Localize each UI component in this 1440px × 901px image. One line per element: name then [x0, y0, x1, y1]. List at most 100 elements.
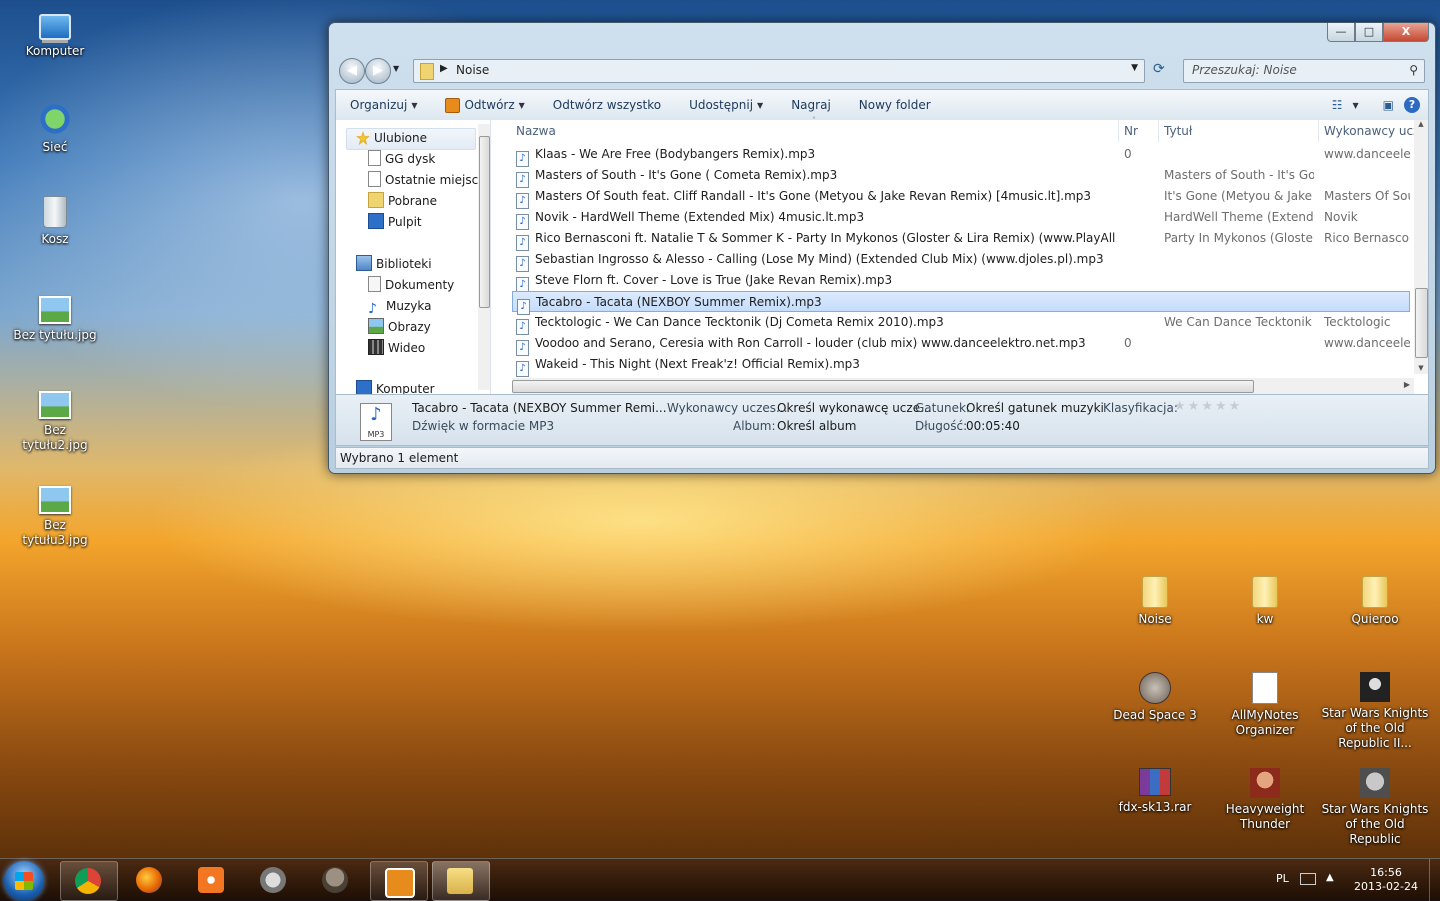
maximize-button[interactable]: □	[1355, 23, 1383, 42]
forward-button[interactable]: ▶	[365, 58, 391, 84]
scroll-down-icon[interactable]: ▼	[1414, 364, 1428, 372]
rating-stars[interactable]: ★★★★★	[1174, 399, 1242, 414]
nav-item-computer[interactable]: Komputer	[356, 379, 435, 394]
nav-scroll-thumb[interactable]	[479, 136, 490, 308]
show-hidden-icons-icon[interactable]: ▲	[1326, 872, 1334, 883]
details-genre-value[interactable]: Określ gatunek muzyki	[966, 401, 1104, 415]
desktop-icon-dead-space[interactable]: Dead Space 3	[1110, 672, 1200, 723]
file-row[interactable]: ♪ Sebastian Ingrosso & Alesso - Calling (…	[512, 249, 1410, 272]
file-row[interactable]: ♪ Tacabro - Tacata (NEXBOY Summer Remix).…	[512, 291, 1410, 315]
nav-scrollbar[interactable]	[478, 124, 490, 390]
desktop-icon-recycle-bin[interactable]: Kosz	[10, 196, 100, 247]
file-row[interactable]: ♪ Novik - HardWell Theme (Extended Mix) 4…	[512, 207, 1410, 230]
nav-item-music[interactable]: ♪ Muzyka	[368, 296, 431, 316]
desktop-icon-heavyweight[interactable]: Heavyweight Thunder	[1220, 768, 1310, 832]
clock[interactable]: 16:56 2013-02-24	[1346, 866, 1426, 894]
nav-item-documents[interactable]: Dokumenty	[368, 275, 454, 295]
scroll-up-icon[interactable]: ▲	[1414, 120, 1428, 128]
column-divider[interactable]	[1118, 120, 1119, 142]
recent-pages-chevron-icon[interactable]: ▼	[393, 64, 399, 73]
address-bar[interactable]: ▶ Noise ▼	[413, 59, 1145, 83]
breadcrumb-noise[interactable]: Noise	[456, 63, 489, 77]
open-button[interactable]: Odtwórz ▼	[431, 97, 538, 113]
file-row[interactable]: ♪ Tecktologic - We Can Dance Tecktonik (D…	[512, 312, 1410, 335]
details-artists-value[interactable]: Określ wykonawcę ucze...	[777, 401, 932, 415]
show-desktop-button[interactable]	[1429, 859, 1440, 901]
nav-item-downloads[interactable]: Pobrane	[368, 191, 437, 211]
column-divider[interactable]	[1158, 120, 1159, 142]
desktop-icon-kotor[interactable]: Star Wars Knights of the Old Republic	[1320, 768, 1430, 847]
xampp-icon	[198, 867, 224, 893]
desktop-icon-computer[interactable]: Komputer	[10, 8, 100, 59]
desktop-icon-network[interactable]: Sieć	[10, 102, 100, 155]
taskbar-firefox[interactable]	[122, 861, 178, 899]
details-album-value[interactable]: Określ album	[777, 419, 856, 433]
taskbar-explorer[interactable]	[432, 861, 490, 901]
search-input[interactable]: Przeszukaj: Noise ⚲	[1183, 59, 1425, 83]
desktop-icon-kw-folder[interactable]: kw	[1220, 576, 1310, 627]
horizontal-scroll-thumb[interactable]	[512, 380, 1254, 393]
desktop-icon-kotor2[interactable]: Star Wars Knights of the Old Republic II…	[1320, 672, 1430, 751]
star-icon[interactable]: ★	[1188, 399, 1202, 414]
desktop-icon-noise-folder[interactable]: Noise	[1110, 576, 1200, 627]
nav-item-pictures[interactable]: Obrazy	[368, 317, 431, 337]
address-dropdown-icon[interactable]: ▼	[1131, 63, 1138, 73]
taskbar-network-app[interactable]	[246, 861, 302, 899]
vertical-scroll-thumb[interactable]	[1415, 288, 1428, 358]
desktop-icon-image-2[interactable]: Bez tytułu2.jpg	[10, 385, 100, 453]
nav-item-gg-disk[interactable]: GG dysk	[368, 149, 435, 169]
desktop-icon-allmynotes[interactable]: AllMyNotes Organizer	[1220, 672, 1310, 738]
file-list-vertical-scrollbar[interactable]: ▲ ▼	[1414, 120, 1428, 374]
back-button[interactable]: ◀	[339, 58, 365, 84]
organize-button[interactable]: Organizuj ▼	[336, 98, 431, 112]
search-icon[interactable]: ⚲	[1409, 63, 1418, 77]
column-divider[interactable]	[1318, 120, 1319, 142]
file-list-horizontal-scrollbar[interactable]: ▶	[512, 378, 1414, 394]
taskbar-chrome[interactable]	[60, 861, 118, 901]
column-header-name[interactable]: Nazwa	[512, 120, 1106, 142]
share-button[interactable]: Udostępnij ▼	[675, 98, 777, 112]
file-row[interactable]: ♪ Rico Bernasconi ft. Natalie T & Sommer …	[512, 228, 1410, 251]
nav-item-libraries[interactable]: Biblioteki	[356, 254, 432, 274]
file-cell-text: www.danceelektr	[1324, 147, 1410, 161]
desktop-icon-image-3[interactable]: Bez tytułu3.jpg	[10, 480, 100, 548]
star-icon[interactable]: ★	[1174, 399, 1188, 414]
file-row[interactable]: ♪ Steve Florn ft. Cover - Love is True (J…	[512, 270, 1410, 293]
file-row[interactable]: ♪ Masters Of South feat. Cliff Randall - …	[512, 186, 1410, 209]
file-row[interactable]: ♪ Voodoo and Serano, Ceresia with Ron Car…	[512, 333, 1410, 356]
help-icon[interactable]: ?	[1404, 97, 1420, 113]
taskbar-xampp[interactable]	[184, 861, 240, 899]
language-indicator[interactable]: PL	[1276, 872, 1289, 885]
burn-button[interactable]: Nagraj	[777, 98, 845, 112]
close-button[interactable]: X	[1383, 23, 1429, 42]
minimize-button[interactable]: —	[1327, 23, 1355, 42]
file-row[interactable]: ♪ Wakeid - This Night (Next Freak'z! Offi…	[512, 354, 1410, 377]
refresh-icon[interactable]: ⟳	[1153, 61, 1165, 77]
nav-item-favorites[interactable]: Ulubione	[356, 128, 427, 148]
nav-item-desktop[interactable]: Pulpit	[368, 212, 422, 232]
column-header-artists[interactable]: Wykonawcy ucze	[1324, 120, 1416, 142]
nav-item-recent-places[interactable]: Ostatnie miejsca	[368, 170, 486, 190]
desktop-icon-image-1[interactable]: Bez tytułu.jpg	[10, 290, 100, 343]
scroll-right-icon[interactable]: ▶	[1404, 380, 1410, 389]
details-artists-key: Wykonawcy uczes...	[667, 401, 788, 415]
new-folder-button[interactable]: Nowy folder	[845, 98, 945, 112]
star-icon[interactable]: ★	[1229, 399, 1243, 414]
nav-item-videos[interactable]: Wideo	[368, 338, 425, 358]
view-options-icon[interactable]: ☷	[1332, 98, 1343, 112]
desktop-icon-rar[interactable]: fdx-sk13.rar	[1110, 768, 1200, 815]
view-chevron-down-icon[interactable]: ▼	[1353, 101, 1359, 110]
preview-pane-icon[interactable]: ▣	[1383, 98, 1394, 112]
file-row[interactable]: ♪ Klaas - We Are Free (Bodybangers Remix)…	[512, 144, 1410, 167]
desktop-icon-quieroo-folder[interactable]: Quieroo	[1330, 576, 1420, 627]
file-row[interactable]: ♪ Masters of South - It's Gone ( Cometa R…	[512, 165, 1410, 188]
keyboard-icon[interactable]	[1300, 873, 1316, 885]
column-header-title[interactable]: Tytuł	[1164, 120, 1314, 142]
play-all-button[interactable]: Odtwórz wszystko	[539, 98, 675, 112]
taskbar-media-player[interactable]	[370, 861, 428, 901]
taskbar-gimp[interactable]	[308, 861, 364, 899]
star-icon[interactable]: ★	[1201, 399, 1215, 414]
star-icon[interactable]: ★	[1215, 399, 1229, 414]
start-button[interactable]	[4, 861, 44, 901]
breadcrumb-chevron-icon[interactable]: ▶	[440, 63, 448, 74]
